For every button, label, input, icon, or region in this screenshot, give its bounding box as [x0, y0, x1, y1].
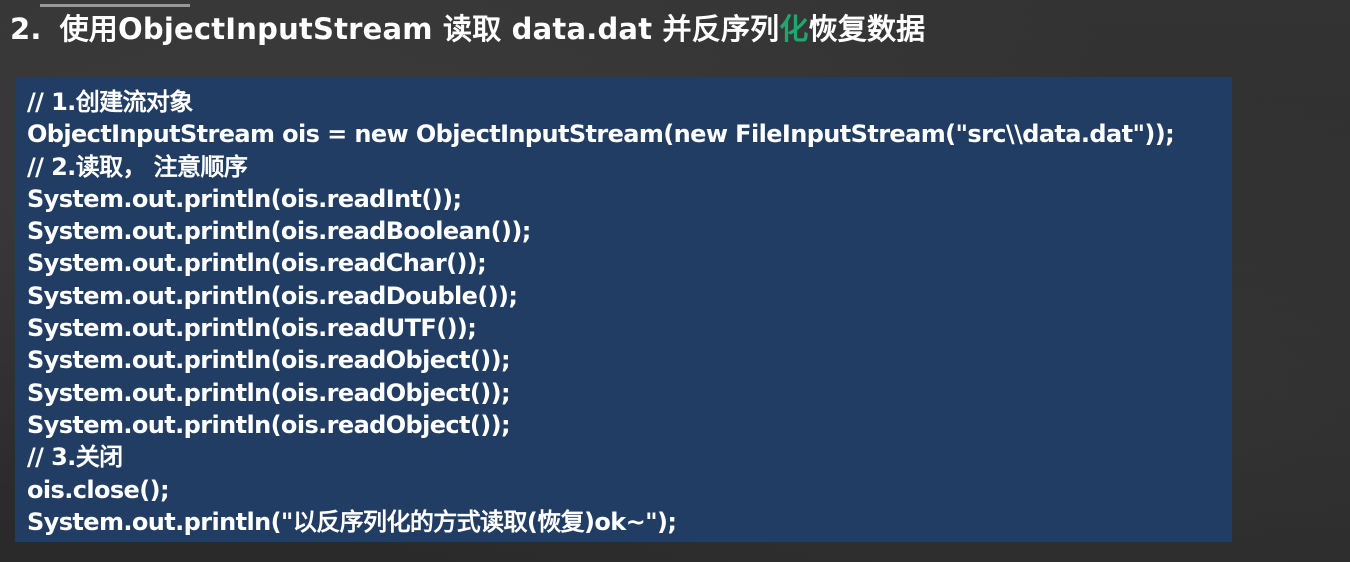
- code-line-read-object-2: System.out.println(ois.readObject());: [27, 378, 511, 407]
- code-comment-close: // 3.关闭: [27, 443, 123, 472]
- code-line-read-object-1: System.out.println(ois.readObject());: [27, 346, 511, 375]
- code-line-read-int: System.out.println(ois.readInt());: [27, 184, 462, 213]
- title-number: 2.: [10, 12, 42, 46]
- code-line-read-object-3: System.out.println(ois.readObject());: [27, 410, 511, 439]
- code-comment-read-order: // 2.读取， 注意顺序: [27, 152, 248, 181]
- title-text-highlight: 化: [779, 12, 809, 46]
- code-line-read-utf: System.out.println(ois.readUTF());: [27, 314, 477, 343]
- code-line-read-double: System.out.println(ois.readDouble());: [27, 281, 518, 310]
- code-line-print-ok: System.out.println("以反序列化的方式读取(恢复)ok~");: [27, 507, 677, 536]
- slide-title: 2. 使用ObjectInputStream 读取 data.dat 并反序列化恢…: [10, 8, 925, 50]
- code-line-close: ois.close();: [27, 475, 170, 504]
- code-line-read-boolean: System.out.println(ois.readBoolean());: [27, 217, 531, 246]
- previous-heading-remnant: [40, 0, 190, 7]
- code-block: // 1.创建流对象 ObjectInputStream ois = new O…: [15, 77, 1232, 542]
- title-text-after: 恢复数据: [808, 12, 926, 46]
- code-line-new-stream: ObjectInputStream ois = new ObjectInputS…: [27, 120, 1175, 149]
- code-comment-create-stream: // 1.创建流对象: [27, 88, 193, 116]
- title-text-before: 使用ObjectInputStream 读取 data.dat 并反序列: [59, 12, 780, 46]
- code-line-read-char: System.out.println(ois.readChar());: [27, 249, 487, 278]
